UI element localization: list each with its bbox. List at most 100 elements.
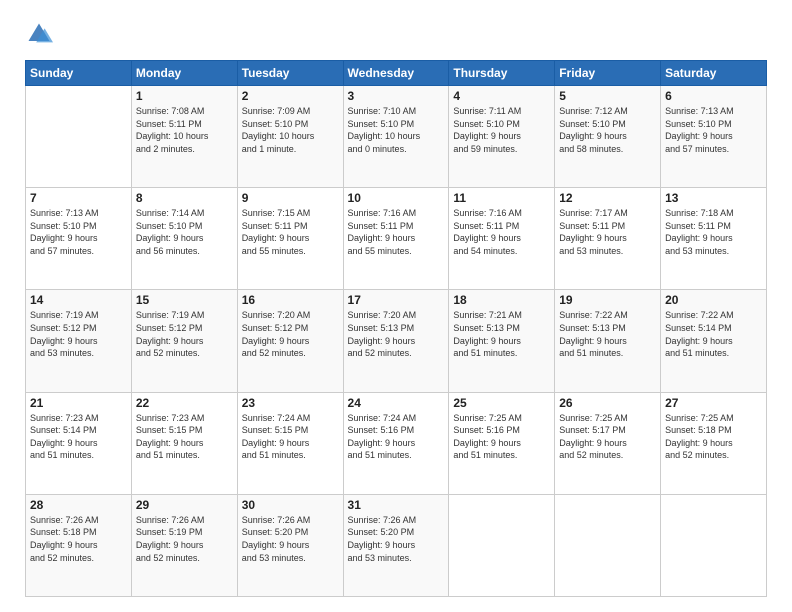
day-info: Sunrise: 7:18 AM Sunset: 5:11 PM Dayligh… — [665, 207, 762, 257]
day-info: Sunrise: 7:20 AM Sunset: 5:13 PM Dayligh… — [348, 309, 445, 359]
day-number: 21 — [30, 396, 127, 410]
day-cell: 20Sunrise: 7:22 AM Sunset: 5:14 PM Dayli… — [661, 290, 767, 392]
day-info: Sunrise: 7:24 AM Sunset: 5:15 PM Dayligh… — [242, 412, 339, 462]
day-info: Sunrise: 7:11 AM Sunset: 5:10 PM Dayligh… — [453, 105, 550, 155]
day-cell: 18 Sunrise: 7:21 AM Sunset: 5:13 PM Dayli… — [449, 290, 555, 392]
day-cell: 16 Sunrise: 7:20 AM Sunset: 5:12 PM Dayli… — [237, 290, 343, 392]
day-info: Sunrise: 7:26 AM Sunset: 5:20 PM Dayligh… — [242, 514, 339, 564]
weekday-header-friday: Friday — [555, 61, 661, 86]
day-number: 4 — [453, 89, 550, 103]
day-info: Sunrise: 7:21 AM Sunset: 5:13 PM Dayligh… — [453, 309, 550, 359]
day-info: Sunrise: 7:19 AM Sunset: 5:12 PM Dayligh… — [30, 309, 127, 359]
day-info: Sunrise: 7:15 AM Sunset: 5:11 PM Dayligh… — [242, 207, 339, 257]
day-cell: 30 Sunrise: 7:26 AM Sunset: 5:20 PM Dayli… — [237, 494, 343, 596]
day-cell: 19 Sunrise: 7:22 AM Sunset: 5:13 PM Dayli… — [555, 290, 661, 392]
day-cell — [449, 494, 555, 596]
day-cell: 27 Sunrise: 7:25 AM Sunset: 5:18 PM Dayli… — [661, 392, 767, 494]
day-info: Sunrise: 7:26 AM Sunset: 5:20 PM Dayligh… — [348, 514, 445, 564]
day-number: 7 — [30, 191, 127, 205]
day-cell: 12 Sunrise: 7:17 AM Sunset: 5:11 PM Dayli… — [555, 188, 661, 290]
day-cell: 13 Sunrise: 7:18 AM Sunset: 5:11 PM Dayli… — [661, 188, 767, 290]
day-info: Sunrise: 7:23 AM Sunset: 5:14 PM Dayligh… — [30, 412, 127, 462]
day-number: 3 — [348, 89, 445, 103]
day-cell — [555, 494, 661, 596]
week-row-1: 7Sunrise: 7:13 AM Sunset: 5:10 PM Daylig… — [26, 188, 767, 290]
day-number: 27 — [665, 396, 762, 410]
day-number: 8 — [136, 191, 233, 205]
day-cell: 25 Sunrise: 7:25 AM Sunset: 5:16 PM Dayli… — [449, 392, 555, 494]
day-cell: 21 Sunrise: 7:23 AM Sunset: 5:14 PM Dayli… — [26, 392, 132, 494]
day-cell: 2Sunrise: 7:09 AM Sunset: 5:10 PM Daylig… — [237, 86, 343, 188]
day-info: Sunrise: 7:25 AM Sunset: 5:17 PM Dayligh… — [559, 412, 656, 462]
logo-icon — [25, 20, 53, 48]
day-info: Sunrise: 7:24 AM Sunset: 5:16 PM Dayligh… — [348, 412, 445, 462]
day-number: 15 — [136, 293, 233, 307]
day-number: 2 — [242, 89, 339, 103]
day-number: 17 — [348, 293, 445, 307]
day-number: 19 — [559, 293, 656, 307]
weekday-row: SundayMondayTuesdayWednesdayThursdayFrid… — [26, 61, 767, 86]
day-cell: 26Sunrise: 7:25 AM Sunset: 5:17 PM Dayli… — [555, 392, 661, 494]
day-number: 16 — [242, 293, 339, 307]
weekday-header-wednesday: Wednesday — [343, 61, 449, 86]
day-info: Sunrise: 7:12 AM Sunset: 5:10 PM Dayligh… — [559, 105, 656, 155]
day-cell: 31 Sunrise: 7:26 AM Sunset: 5:20 PM Dayli… — [343, 494, 449, 596]
day-info: Sunrise: 7:16 AM Sunset: 5:11 PM Dayligh… — [453, 207, 550, 257]
day-number: 29 — [136, 498, 233, 512]
header — [25, 20, 767, 48]
day-number: 1 — [136, 89, 233, 103]
day-cell: 4 Sunrise: 7:11 AM Sunset: 5:10 PM Daylig… — [449, 86, 555, 188]
day-cell — [661, 494, 767, 596]
day-cell: 7Sunrise: 7:13 AM Sunset: 5:10 PM Daylig… — [26, 188, 132, 290]
weekday-header-thursday: Thursday — [449, 61, 555, 86]
calendar-body: 1 Sunrise: 7:08 AM Sunset: 5:11 PM Daylig… — [26, 86, 767, 597]
day-info: Sunrise: 7:23 AM Sunset: 5:15 PM Dayligh… — [136, 412, 233, 462]
day-number: 30 — [242, 498, 339, 512]
calendar-header: SundayMondayTuesdayWednesdayThursdayFrid… — [26, 61, 767, 86]
day-number: 11 — [453, 191, 550, 205]
day-cell: 10Sunrise: 7:16 AM Sunset: 5:11 PM Dayli… — [343, 188, 449, 290]
day-info: Sunrise: 7:25 AM Sunset: 5:18 PM Dayligh… — [665, 412, 762, 462]
calendar-table: SundayMondayTuesdayWednesdayThursdayFrid… — [25, 60, 767, 597]
day-info: Sunrise: 7:26 AM Sunset: 5:19 PM Dayligh… — [136, 514, 233, 564]
day-info: Sunrise: 7:13 AM Sunset: 5:10 PM Dayligh… — [665, 105, 762, 155]
day-cell: 14Sunrise: 7:19 AM Sunset: 5:12 PM Dayli… — [26, 290, 132, 392]
weekday-header-sunday: Sunday — [26, 61, 132, 86]
week-row-4: 28 Sunrise: 7:26 AM Sunset: 5:18 PM Dayli… — [26, 494, 767, 596]
day-number: 25 — [453, 396, 550, 410]
day-cell: 24 Sunrise: 7:24 AM Sunset: 5:16 PM Dayli… — [343, 392, 449, 494]
day-info: Sunrise: 7:22 AM Sunset: 5:13 PM Dayligh… — [559, 309, 656, 359]
calendar-page: SundayMondayTuesdayWednesdayThursdayFrid… — [0, 0, 792, 612]
day-info: Sunrise: 7:25 AM Sunset: 5:16 PM Dayligh… — [453, 412, 550, 462]
day-cell: 8 Sunrise: 7:14 AM Sunset: 5:10 PM Daylig… — [131, 188, 237, 290]
weekday-header-monday: Monday — [131, 61, 237, 86]
day-cell — [26, 86, 132, 188]
day-info: Sunrise: 7:14 AM Sunset: 5:10 PM Dayligh… — [136, 207, 233, 257]
day-cell: 3 Sunrise: 7:10 AM Sunset: 5:10 PM Daylig… — [343, 86, 449, 188]
week-row-0: 1 Sunrise: 7:08 AM Sunset: 5:11 PM Daylig… — [26, 86, 767, 188]
day-info: Sunrise: 7:08 AM Sunset: 5:11 PM Dayligh… — [136, 105, 233, 155]
day-info: Sunrise: 7:26 AM Sunset: 5:18 PM Dayligh… — [30, 514, 127, 564]
day-cell: 11 Sunrise: 7:16 AM Sunset: 5:11 PM Dayli… — [449, 188, 555, 290]
day-number: 13 — [665, 191, 762, 205]
day-number: 18 — [453, 293, 550, 307]
day-info: Sunrise: 7:20 AM Sunset: 5:12 PM Dayligh… — [242, 309, 339, 359]
logo — [25, 20, 57, 48]
week-row-3: 21 Sunrise: 7:23 AM Sunset: 5:14 PM Dayli… — [26, 392, 767, 494]
day-number: 22 — [136, 396, 233, 410]
day-info: Sunrise: 7:17 AM Sunset: 5:11 PM Dayligh… — [559, 207, 656, 257]
day-cell: 22 Sunrise: 7:23 AM Sunset: 5:15 PM Dayli… — [131, 392, 237, 494]
day-cell: 1 Sunrise: 7:08 AM Sunset: 5:11 PM Daylig… — [131, 86, 237, 188]
day-number: 31 — [348, 498, 445, 512]
day-number: 5 — [559, 89, 656, 103]
day-number: 24 — [348, 396, 445, 410]
day-info: Sunrise: 7:10 AM Sunset: 5:10 PM Dayligh… — [348, 105, 445, 155]
day-cell: 5 Sunrise: 7:12 AM Sunset: 5:10 PM Daylig… — [555, 86, 661, 188]
day-number: 28 — [30, 498, 127, 512]
day-cell: 29 Sunrise: 7:26 AM Sunset: 5:19 PM Dayli… — [131, 494, 237, 596]
day-cell: 23Sunrise: 7:24 AM Sunset: 5:15 PM Dayli… — [237, 392, 343, 494]
weekday-header-saturday: Saturday — [661, 61, 767, 86]
day-number: 12 — [559, 191, 656, 205]
weekday-header-tuesday: Tuesday — [237, 61, 343, 86]
day-cell: 17 Sunrise: 7:20 AM Sunset: 5:13 PM Dayli… — [343, 290, 449, 392]
